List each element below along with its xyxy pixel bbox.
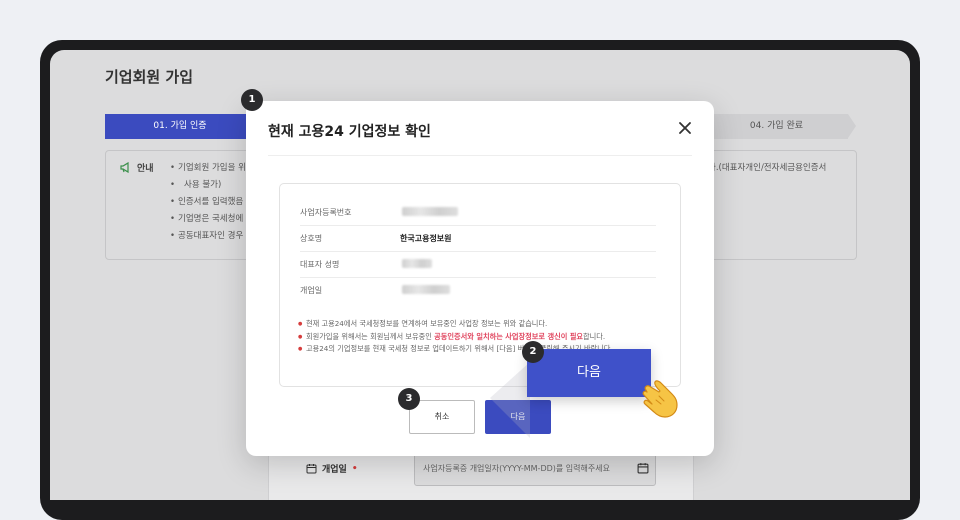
notice-item: 공동대표자인 경우: [170, 229, 246, 243]
notice-item: 기업회원 가입을 위: [170, 161, 246, 175]
info-label: 개업일: [300, 286, 323, 295]
step-badge-2: 2: [522, 341, 544, 363]
notice-item: 기업명은 국세청에: [170, 212, 246, 226]
opening-date-label: 개업일 •: [306, 462, 358, 475]
notice-right-text: 다.(대표자개인/전자세금용인증서: [708, 163, 827, 173]
opening-date-input[interactable]: 사업자등록증 개업일자(YYYY-MM-DD)를 입력해주세요: [414, 452, 656, 486]
note-item: 회원가입을 위해서는 회원님께서 보유중인 공동인증서와 일치하는 사업장정보로…: [298, 331, 678, 344]
masked-value: [402, 207, 458, 216]
info-label: 대표자 성명: [300, 260, 340, 269]
info-row-company-name: 상호명 한국고용정보원: [300, 225, 656, 252]
pointing-hand-icon: [642, 380, 678, 418]
info-row-ceo-name: 대표자 성명: [300, 251, 656, 278]
calendar-icon[interactable]: [637, 462, 649, 474]
megaphone-icon: [120, 162, 129, 173]
step-1: 01. 가입 인증: [105, 114, 255, 139]
info-label: 상호명: [300, 234, 323, 243]
step-badge-1: 1: [241, 89, 263, 111]
info-label: 사업자등록번호: [300, 208, 352, 217]
notice-list: 기업회원 가입을 위 사용 불가) 인증서를 입력했음 기업명은 국세청에 공동…: [170, 161, 246, 246]
cancel-button[interactable]: 취소: [409, 400, 475, 434]
close-icon[interactable]: [676, 119, 694, 137]
note-item: 현재 고용24에서 국세청정보를 연계하여 보유중인 사업장 정보는 위와 같습…: [298, 318, 678, 331]
notice-header: 안내: [120, 161, 154, 174]
required-mark: •: [351, 463, 358, 474]
next-button-callout: 다음: [527, 349, 651, 397]
info-row-business-number: 사업자등록번호: [300, 199, 656, 226]
notice-item: 사용 불가): [170, 178, 246, 192]
info-value: 한국고용정보원: [400, 234, 452, 243]
opening-date-placeholder: 사업자등록증 개업일자(YYYY-MM-DD)를 입력해주세요: [423, 464, 610, 473]
info-row-opening-date: 개업일: [300, 277, 656, 303]
callout-pointer: [490, 362, 530, 438]
modal-title: 현재 고용24 기업정보 확인: [268, 124, 431, 140]
masked-value: [402, 259, 432, 268]
modal-divider: [268, 155, 692, 156]
notice-item: 인증서를 입력했음: [170, 195, 246, 209]
calendar-icon: [306, 464, 317, 474]
page-title: 기업회원 가입: [105, 68, 194, 86]
masked-value: [402, 285, 450, 294]
step-badge-3: 3: [398, 388, 420, 410]
step-4: 04. 가입 완료: [705, 114, 856, 139]
opening-date-label-text: 개업일: [322, 465, 347, 475]
notice-label: 안내: [137, 164, 154, 174]
